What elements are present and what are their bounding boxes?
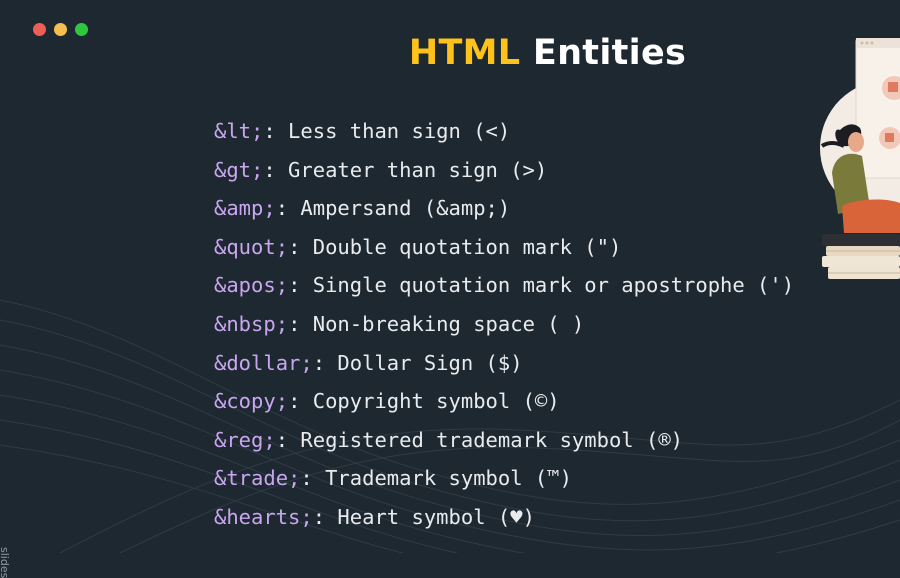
side-label: slides bbox=[0, 547, 11, 578]
reading-woman-illustration bbox=[820, 38, 900, 279]
entity-code: &quot; bbox=[214, 234, 289, 259]
entity-description: Ampersand (&amp;) bbox=[288, 196, 511, 221]
entity-description: Double quotation mark (") bbox=[300, 234, 622, 259]
entity-description: Non-breaking space ( ) bbox=[300, 311, 585, 336]
list-item: &copy;: Copyright symbol (©) bbox=[214, 389, 560, 414]
list-item: &dollar;: Dollar Sign ($) bbox=[214, 350, 523, 375]
slide-title: HTML Entities bbox=[0, 33, 900, 73]
entity-code: &trade; bbox=[214, 466, 301, 491]
entity-description: Less than sign (<) bbox=[275, 119, 511, 143]
list-item: &gt;: Greater than sign (>) bbox=[214, 157, 548, 182]
title-main: Entities bbox=[532, 33, 687, 73]
list-item: &lt;: Less than sign (<) bbox=[214, 119, 511, 143]
list-item: &quot;: Double quotation mark (") bbox=[214, 234, 622, 259]
entity-code: &gt; bbox=[214, 157, 264, 182]
entity-description: Trademark symbol (™) bbox=[312, 466, 572, 491]
entity-description: Copyright symbol (©) bbox=[300, 389, 560, 414]
entity-description: Single quotation mark or apostrophe (') bbox=[300, 273, 795, 298]
list-item: &apos;: Single quotation mark or apostro… bbox=[214, 273, 795, 298]
list-item: &nbsp;: Non-breaking space ( ) bbox=[214, 311, 585, 336]
entity-description: Greater than sign (>) bbox=[275, 157, 548, 182]
entity-description: Heart symbol (♥) bbox=[325, 504, 535, 529]
entity-code: &dollar; bbox=[214, 350, 313, 375]
entity-code: &hearts; bbox=[214, 504, 313, 529]
entity-code: &copy; bbox=[214, 389, 289, 414]
list-item: &hearts;: Heart symbol (♥) bbox=[214, 504, 535, 529]
entity-code: &reg; bbox=[214, 427, 276, 452]
entity-code: &amp; bbox=[214, 196, 276, 221]
entity-description: Dollar Sign ($) bbox=[325, 350, 523, 375]
title-accent: HTML bbox=[408, 33, 521, 73]
list-item: &trade;: Trademark symbol (™) bbox=[214, 466, 572, 491]
entity-code: &nbsp; bbox=[214, 311, 289, 336]
entity-list: &lt;: Less than sign (<) &gt;: Greater t… bbox=[214, 115, 794, 540]
entity-description: Registered trademark symbol (®) bbox=[288, 427, 684, 452]
entity-code: &apos; bbox=[214, 273, 289, 298]
entity-code: &lt; bbox=[214, 119, 264, 143]
list-item: &amp;: Ampersand (&amp;) bbox=[214, 196, 511, 221]
list-item: &reg;: Registered trademark symbol (®) bbox=[214, 427, 684, 452]
